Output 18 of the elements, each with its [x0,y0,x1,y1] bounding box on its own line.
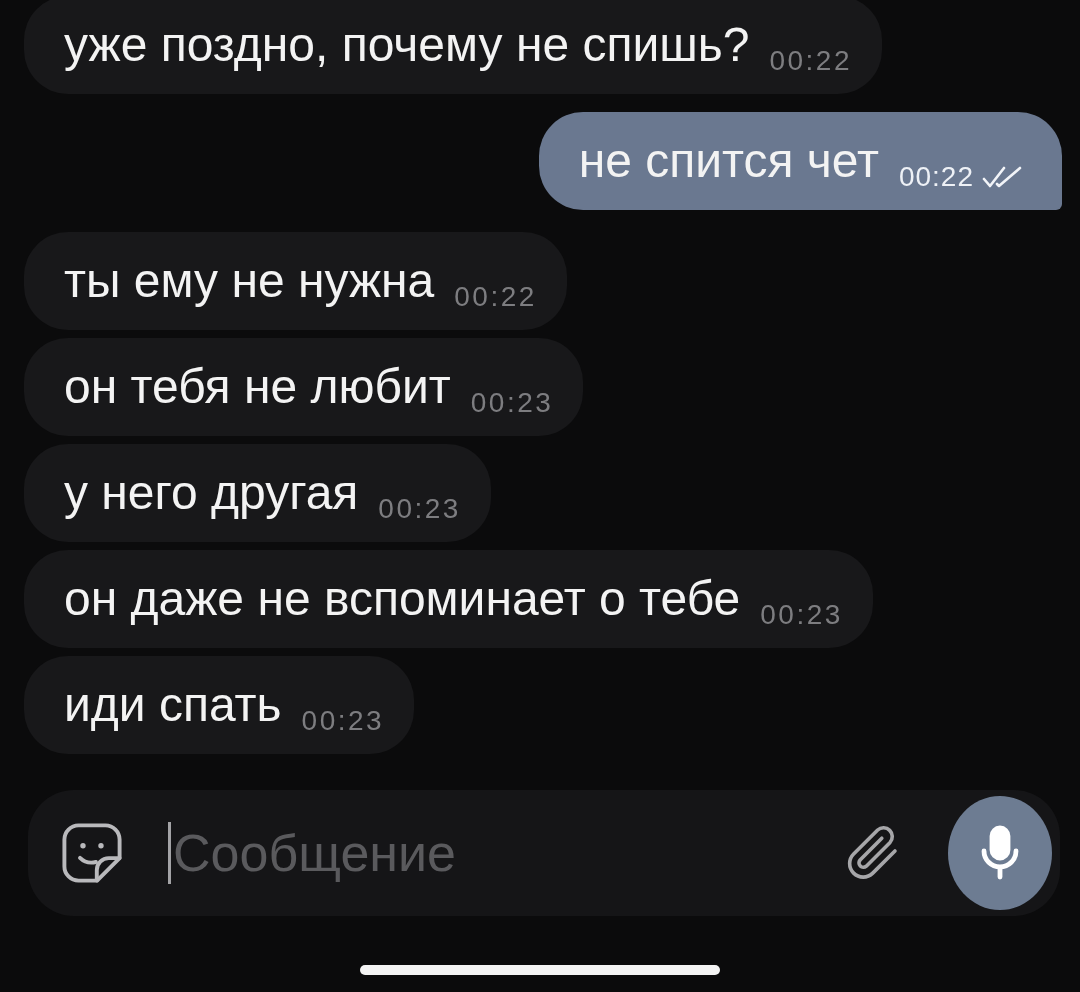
message-text: у него другая [64,468,359,518]
message-time: 00:23 [301,704,385,738]
message-text: уже поздно, почему не спишь? [64,20,750,70]
message-time: 00:22 [898,160,974,194]
message-time: 00:22 [769,44,852,78]
microphone-button[interactable] [948,796,1052,910]
message-composer[interactable]: Сообщение [28,790,1060,916]
message-time: 00:23 [378,492,461,526]
message-text: он даже не вспоминает о тебе [64,574,741,624]
message-text: не спится чет [578,136,879,186]
message-time: 00:23 [760,598,843,632]
message-text: он тебя не любит [64,362,451,412]
message-input[interactable]: Сообщение [171,817,842,889]
message-time: 00:22 [454,280,537,314]
microphone-icon [980,825,1020,881]
message-text: ты ему не нужна [64,256,435,306]
message-text: иди спать [64,680,282,730]
message-time: 00:23 [470,386,554,420]
